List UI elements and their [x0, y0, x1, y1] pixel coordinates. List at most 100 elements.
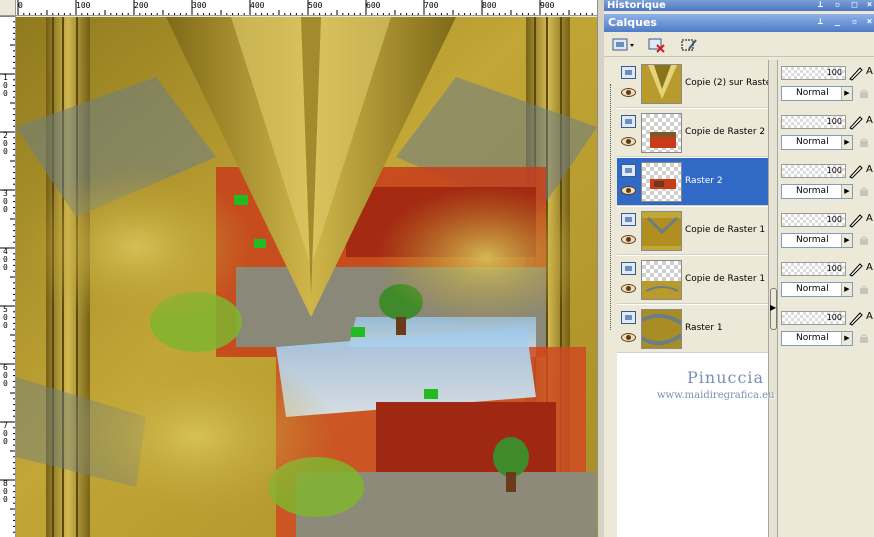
layer-row[interactable]: Copie de Raster 1	[617, 207, 768, 255]
minimize-icon[interactable]: _	[832, 17, 843, 28]
layer-row[interactable]: Raster 1	[617, 305, 768, 353]
layer-type-icon[interactable]	[621, 66, 636, 79]
blend-mode-value: Normal	[796, 235, 829, 245]
dropdown-arrow-icon[interactable]: ▶	[841, 136, 852, 149]
dropdown-arrow-icon[interactable]: ▶	[841, 234, 852, 247]
layer-properties-button[interactable]	[678, 35, 700, 54]
layer-type-icon[interactable]	[621, 164, 636, 177]
ruler-label: 500	[3, 305, 8, 330]
layers-toolbar	[604, 32, 874, 57]
layer-type-icon[interactable]	[621, 213, 636, 226]
dropdown-arrow-icon[interactable]: ▶	[841, 185, 852, 198]
layer-properties-row: 100 A Normal ▶	[778, 109, 874, 157]
layer-type-icon[interactable]	[621, 262, 636, 275]
ruler-label: 300	[3, 189, 8, 214]
eye-icon[interactable]	[621, 88, 636, 97]
ruler-label: 800	[482, 1, 497, 10]
lock-icon[interactable]	[858, 235, 870, 245]
opacity-slider[interactable]: 100	[781, 262, 846, 276]
close-icon[interactable]: ×	[864, 0, 874, 11]
blend-mode-select[interactable]: Normal ▶	[781, 135, 853, 150]
ruler-label: 700	[424, 1, 439, 10]
blend-mode-value: Normal	[796, 284, 829, 294]
brush-icon[interactable]	[848, 65, 864, 81]
layer-row[interactable]: Copie de Raster 2	[617, 109, 768, 157]
ruler-label: 600	[366, 1, 381, 10]
delete-layer-button[interactable]	[646, 35, 668, 54]
ruler-label: 700	[3, 421, 8, 446]
expand-arrow-icon[interactable]: ▶	[770, 304, 776, 312]
opacity-value: 100	[826, 313, 842, 322]
history-panel-titlebar[interactable]: Historique ⊥ ▫ □ ×	[604, 0, 874, 11]
close-icon[interactable]: ×	[864, 17, 874, 28]
eye-icon[interactable]	[621, 235, 636, 244]
maximize-icon[interactable]: □	[849, 0, 860, 11]
layer-list: Copie (2) sur Raster Copie de Raster 2 R…	[617, 60, 775, 537]
horizontal-ruler: 0 100 200 300 400 500 600 700 800 900	[0, 0, 600, 16]
layer-group-tree-line	[610, 84, 611, 330]
panel-splitter[interactable]: ▶	[768, 60, 778, 537]
ruler-label: 800	[3, 479, 8, 504]
eye-icon[interactable]	[621, 333, 636, 342]
layer-properties-row: 100 A Normal ▶	[778, 207, 874, 255]
dropdown-arrow-icon[interactable]: ▶	[841, 283, 852, 296]
layer-type-icon[interactable]	[621, 311, 636, 324]
restore-icon[interactable]: ▫	[849, 17, 860, 28]
lock-icon[interactable]	[858, 186, 870, 196]
opacity-slider[interactable]: 100	[781, 66, 846, 80]
lock-icon[interactable]	[858, 137, 870, 147]
dropdown-arrow-icon[interactable]: ▶	[841, 332, 852, 345]
canvas-scrollbar[interactable]	[597, 0, 604, 537]
blend-mode-select[interactable]: Normal ▶	[781, 233, 853, 248]
restore-icon[interactable]: ▫	[832, 0, 843, 11]
ruler-label: 200	[3, 131, 8, 156]
lock-alpha-label: A	[866, 262, 873, 273]
eye-icon[interactable]	[621, 137, 636, 146]
ruler-label: 100	[76, 1, 91, 10]
ruler-label: 400	[250, 1, 265, 10]
layer-row[interactable]: Copie de Raster 1	[617, 256, 768, 304]
brush-icon[interactable]	[848, 212, 864, 228]
layer-thumbnail	[641, 211, 682, 251]
lock-icon[interactable]	[858, 284, 870, 294]
blend-mode-select[interactable]: Normal ▶	[781, 86, 853, 101]
opacity-slider[interactable]: 100	[781, 164, 846, 178]
opacity-value: 100	[826, 215, 842, 224]
blend-mode-select[interactable]: Normal ▶	[781, 184, 853, 199]
blend-mode-select[interactable]: Normal ▶	[781, 331, 853, 346]
layer-properties-column: 100 A Normal ▶ 100 A Normal ▶ 100 A Normal…	[778, 60, 874, 537]
blend-mode-value: Normal	[796, 186, 829, 196]
canvas-image[interactable]	[16, 17, 597, 537]
properties-icon	[681, 38, 697, 50]
brush-icon[interactable]	[848, 310, 864, 326]
artwork	[16, 17, 597, 537]
layers-panel-titlebar[interactable]: Calques ⊥ _ ▫ ×	[604, 14, 874, 32]
brush-icon[interactable]	[848, 163, 864, 179]
new-layer-icon	[612, 38, 634, 50]
lock-icon[interactable]	[858, 88, 870, 98]
pin-icon[interactable]: ⊥	[815, 17, 826, 28]
blend-mode-select[interactable]: Normal ▶	[781, 282, 853, 297]
blend-mode-value: Normal	[796, 137, 829, 147]
layer-type-icon[interactable]	[621, 115, 636, 128]
watermark-name: Pinuccia	[687, 368, 765, 387]
layer-row[interactable]: Copie (2) sur Raster	[617, 60, 775, 108]
opacity-slider[interactable]: 100	[781, 311, 846, 325]
ruler-label: 300	[192, 1, 207, 10]
pin-icon[interactable]: ⊥	[815, 0, 826, 11]
eye-icon[interactable]	[621, 284, 636, 293]
layer-name: Copie de Raster 2	[685, 127, 766, 137]
brush-icon[interactable]	[848, 114, 864, 130]
new-layer-button[interactable]	[610, 35, 638, 54]
lock-alpha-label: A	[866, 115, 873, 126]
layer-row-selected[interactable]: Raster 2	[617, 158, 768, 206]
brush-icon[interactable]	[848, 261, 864, 277]
lock-icon[interactable]	[858, 333, 870, 343]
opacity-slider[interactable]: 100	[781, 115, 846, 129]
ruler-label: 100	[3, 73, 8, 98]
opacity-slider[interactable]: 100	[781, 213, 846, 227]
eye-icon[interactable]	[621, 186, 636, 195]
dropdown-arrow-icon[interactable]: ▶	[841, 87, 852, 100]
layer-thumbnail	[641, 260, 682, 300]
ruler-label: 600	[3, 363, 8, 388]
